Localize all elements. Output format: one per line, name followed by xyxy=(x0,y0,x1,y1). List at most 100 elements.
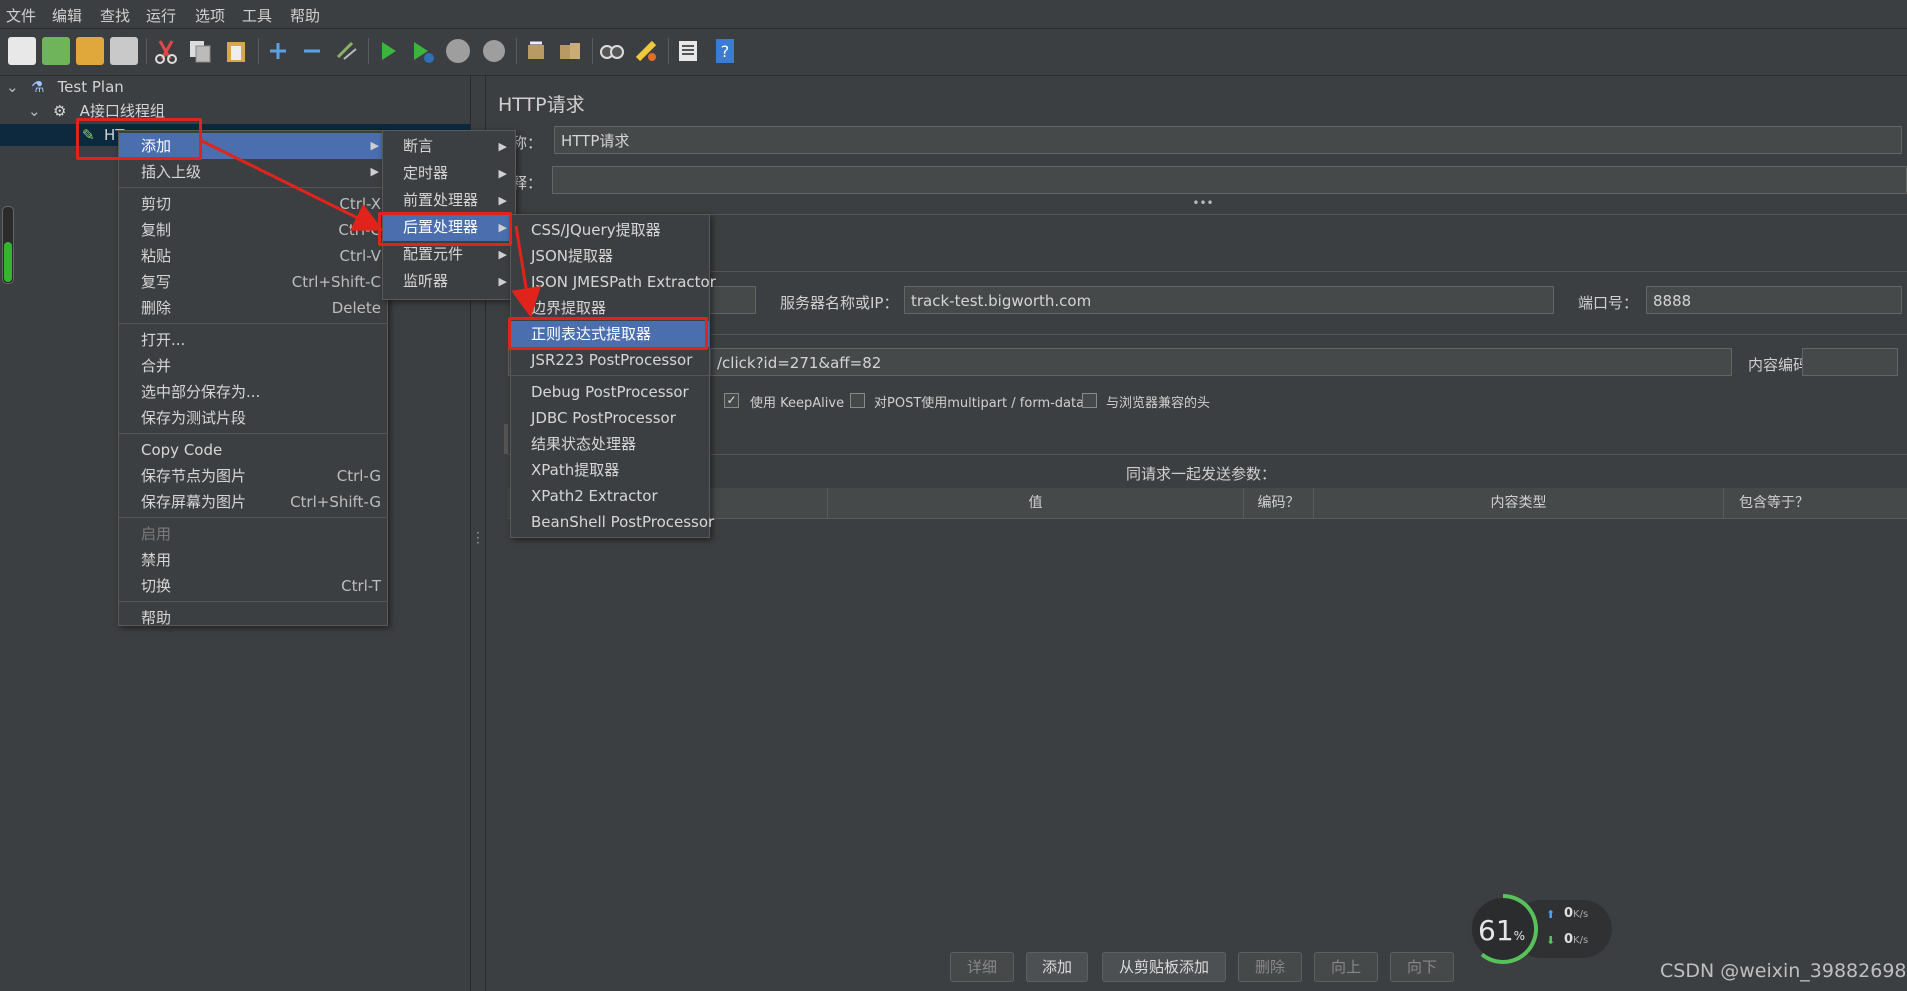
menu-item-label: XPath2 Extractor xyxy=(531,487,658,505)
post-submenu-item[interactable]: XPath2 Extractor xyxy=(511,483,709,509)
menu-separator xyxy=(511,375,709,376)
add-submenu-item[interactable]: 前置处理器 ▶ xyxy=(383,187,515,214)
context-menu-item[interactable]: 复制 Ctrl-C xyxy=(119,217,387,243)
column-header[interactable]: 值 xyxy=(828,488,1244,518)
expand-icon[interactable] xyxy=(264,37,292,65)
context-menu-item[interactable]: 复写 Ctrl+Shift-C xyxy=(119,269,387,295)
tree-node-test-plan[interactable]: ⌄ ⚗ Test Plan xyxy=(6,76,124,98)
context-menu: 添加 ▶ 插入上级 ▶ 剪切 Ctrl-X 复制 Ctrl-C 粘贴 Ctrl-V 复写 Ctrl+S… xyxy=(118,130,388,627)
save-icon[interactable] xyxy=(110,37,138,65)
column-header[interactable]: 内容类型 xyxy=(1314,488,1724,518)
path-field[interactable]: /click?id=271&aff=82 xyxy=(710,348,1732,376)
menu-2[interactable]: 查找 xyxy=(100,5,130,26)
menu-5[interactable]: 工具 xyxy=(242,5,272,26)
context-menu-item[interactable]: 插入上级 ▶ xyxy=(119,159,387,185)
svg-text:?: ? xyxy=(721,42,730,61)
encoding-field[interactable] xyxy=(1802,348,1898,376)
upload-speed: 0 xyxy=(1564,906,1574,921)
port-field[interactable]: 8888 xyxy=(1646,286,1902,314)
toggle-icon[interactable] xyxy=(332,37,360,65)
menu-separator xyxy=(119,433,387,434)
post-submenu-item[interactable]: JSR223 PostProcessor xyxy=(511,347,709,373)
context-menu-item[interactable]: 粘贴 Ctrl-V xyxy=(119,243,387,269)
shutdown-icon[interactable] xyxy=(480,37,508,65)
context-menu-item[interactable]: 打开... xyxy=(119,327,387,353)
add-from-clipboard-button[interactable]: 从剪贴板添加 xyxy=(1102,952,1226,982)
post-submenu-item[interactable]: JSON提取器 xyxy=(511,243,709,269)
context-menu-item[interactable]: 禁用 xyxy=(119,547,387,573)
copy-icon[interactable] xyxy=(186,37,214,65)
post-submenu-item[interactable]: JSON JMESPath Extractor xyxy=(511,269,716,295)
column-header[interactable]: 编码？ xyxy=(1244,488,1314,518)
comment-field[interactable] xyxy=(552,166,1907,194)
menu-1[interactable]: 编辑 xyxy=(52,5,82,26)
context-menu-item[interactable]: 保存屏幕为图片 Ctrl+Shift-G xyxy=(119,489,387,515)
post-submenu-item[interactable]: BeanShell PostProcessor xyxy=(511,509,714,535)
context-menu-item[interactable]: 帮助 xyxy=(119,605,387,631)
network-speed-widget[interactable]: 61% ⬆ 0K/s ⬇ 0K/s xyxy=(1466,892,1614,966)
collapse-icon[interactable] xyxy=(298,37,326,65)
add-button[interactable]: 添加 xyxy=(1026,952,1088,982)
menu-item-shortcut: Ctrl-G xyxy=(336,467,381,485)
menu-0[interactable]: 文件 xyxy=(6,5,36,26)
post-submenu-item[interactable]: XPath提取器 xyxy=(511,457,709,483)
post-submenu-item[interactable]: JDBC PostProcessor xyxy=(511,405,709,431)
add-submenu-item[interactable]: 监听器 ▶ xyxy=(383,268,515,295)
chevron-down-icon[interactable]: ⌄ xyxy=(28,100,44,122)
context-menu-item[interactable]: 切换 Ctrl-T xyxy=(119,573,387,599)
resize-grip-icon[interactable]: ••• xyxy=(1192,197,1214,209)
keepalive-checkbox[interactable]: ✓ xyxy=(724,393,739,408)
delete-button[interactable]: 删除 xyxy=(1238,952,1302,982)
move-down-button[interactable]: 向下 xyxy=(1390,952,1454,982)
menu-4[interactable]: 选项 xyxy=(195,5,225,26)
clear-all-icon[interactable] xyxy=(556,37,584,65)
post-submenu-item[interactable]: 结果状态处理器 xyxy=(511,431,709,457)
templates-icon[interactable] xyxy=(42,37,70,65)
function-helper-icon[interactable] xyxy=(674,37,702,65)
context-menu-item[interactable]: 合并 xyxy=(119,353,387,379)
chevron-down-icon[interactable]: ⌄ xyxy=(6,76,22,98)
start-icon[interactable] xyxy=(374,37,402,65)
multipart-label: 对POST使用multipart / form-data xyxy=(874,396,1085,411)
start-no-pause-icon[interactable] xyxy=(408,37,436,65)
open-icon[interactable] xyxy=(76,37,104,65)
server-field[interactable]: track-test.bigworth.com xyxy=(904,286,1554,314)
reset-search-icon[interactable] xyxy=(632,37,660,65)
context-menu-item[interactable]: 删除 Delete xyxy=(119,295,387,321)
clear-icon[interactable] xyxy=(522,37,550,65)
tree-label: Test Plan xyxy=(57,78,124,96)
context-menu-item[interactable]: 保存节点为图片 Ctrl-G xyxy=(119,463,387,489)
menu-3[interactable]: 运行 xyxy=(146,5,176,26)
search-icon[interactable] xyxy=(598,37,626,65)
move-up-button[interactable]: 向上 xyxy=(1314,952,1378,982)
paste-icon[interactable] xyxy=(222,37,250,65)
menu-item-label: 剪切 xyxy=(141,195,172,213)
menu-item-label: 插入上级 xyxy=(141,163,202,181)
stop-icon[interactable] xyxy=(444,37,472,65)
menu-item-label: 保存屏幕为图片 xyxy=(141,493,247,511)
menu-item-label: 粘贴 xyxy=(141,247,172,265)
post-submenu-item[interactable]: Debug PostProcessor xyxy=(511,379,709,405)
context-menu-item[interactable]: 保存为测试片段 xyxy=(119,405,387,431)
menu-bar: 文件 编辑 查找 运行 选项 工具 帮助 xyxy=(0,0,1907,29)
new-icon[interactable] xyxy=(8,37,36,65)
menu-6[interactable]: 帮助 xyxy=(290,5,320,26)
multipart-checkbox[interactable] xyxy=(850,393,865,408)
menu-item-label: 保存节点为图片 xyxy=(141,467,247,485)
context-menu-item[interactable]: 剪切 Ctrl-X xyxy=(119,191,387,217)
help-icon[interactable]: ? xyxy=(710,37,738,65)
cut-icon[interactable] xyxy=(152,37,180,65)
name-field[interactable]: HTTP请求 xyxy=(554,126,1902,154)
params-caption: 同请求一起发送参数： xyxy=(1126,465,1277,483)
add-submenu-item[interactable]: 断言 ▶ xyxy=(383,133,515,160)
detail-button[interactable]: 详细 xyxy=(950,952,1014,982)
context-menu-item[interactable]: 选中部分保存为... xyxy=(119,379,387,405)
menu-item-label: 合并 xyxy=(141,357,172,375)
context-menu-item[interactable]: Copy Code xyxy=(119,437,387,463)
add-submenu-item[interactable]: 定时器 ▶ xyxy=(383,160,515,187)
browser-headers-checkbox[interactable] xyxy=(1082,393,1097,408)
post-submenu-item[interactable]: CSS/JQuery提取器 xyxy=(511,217,709,243)
menu-item-shortcut: Delete xyxy=(331,299,381,317)
column-header[interactable]: 包含等于？ xyxy=(1724,488,1824,518)
download-arrow-icon: ⬇ xyxy=(1546,934,1556,947)
